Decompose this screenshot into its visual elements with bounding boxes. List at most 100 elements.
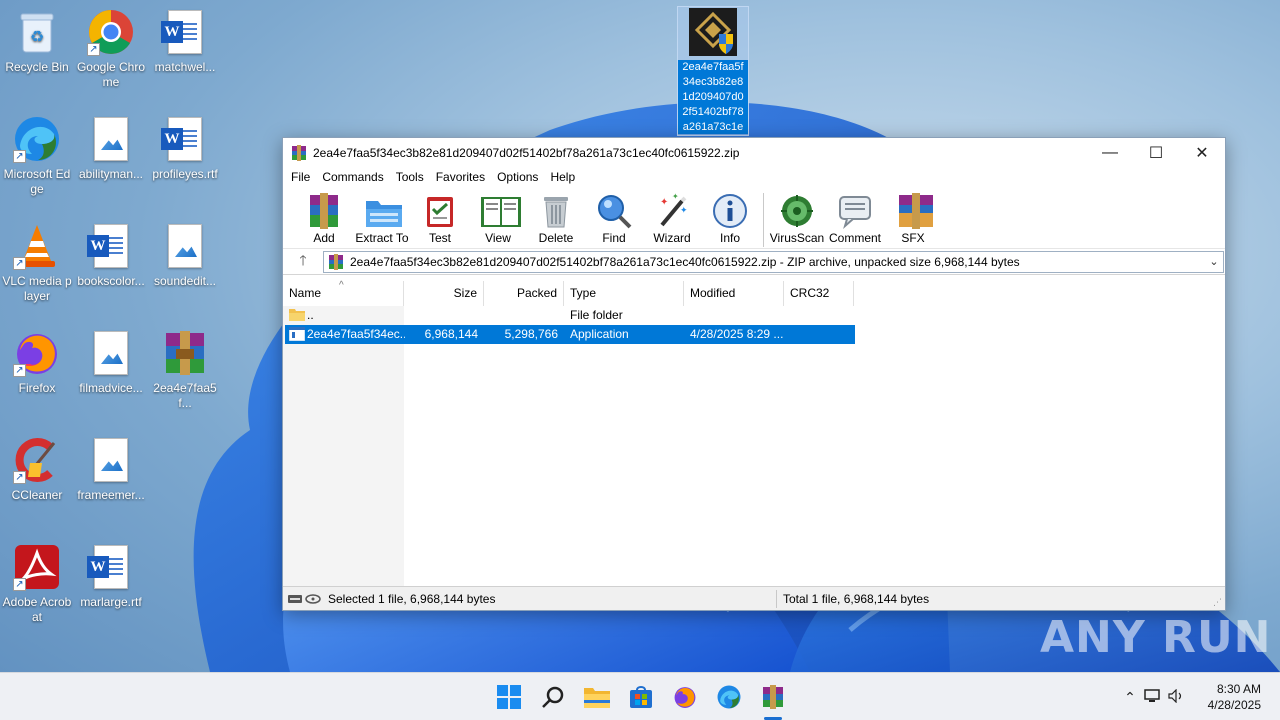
desktop-icon-vlc[interactable]: ↗ VLC media player xyxy=(1,222,73,304)
view-book-icon xyxy=(480,193,521,229)
path-text: 2ea4e7faa5f34ec3b82e81d209407d02f51402bf… xyxy=(350,254,1020,269)
desktop-icon-label: 2ea4e7faa5f34ec3b82e81d209407d02f51402bf… xyxy=(678,60,748,134)
test-clipboard-icon xyxy=(422,193,458,229)
desktop-icon-microsoft-edge[interactable]: ↗ Microsoft Edge xyxy=(1,115,73,197)
firefox-icon[interactable] xyxy=(671,683,699,711)
add-button[interactable]: Add xyxy=(295,193,353,245)
close-button[interactable]: ✕ xyxy=(1179,138,1225,167)
up-folder-icon[interactable]: 🡑 xyxy=(283,250,323,274)
desktop-icon-selected-exe[interactable]: 2ea4e7faa5f34ec3b82e81d209407d02f51402bf… xyxy=(677,6,749,136)
resize-grip-icon[interactable]: ⋰ xyxy=(1213,597,1222,608)
virusscan-button[interactable]: VirusScan xyxy=(768,193,826,245)
comment-button[interactable]: Comment xyxy=(826,193,884,245)
menu-favorites[interactable]: Favorites xyxy=(430,170,491,184)
cell-name: .. xyxy=(307,308,314,322)
search-icon[interactable] xyxy=(539,683,567,711)
svg-text:✦: ✦ xyxy=(660,197,668,208)
table-row[interactable]: 2ea4e7faa5f34ec... 6,968,144 5,298,766 A… xyxy=(285,325,855,344)
svg-text:✦: ✦ xyxy=(680,205,688,215)
menu-file[interactable]: File xyxy=(285,170,316,184)
file-list[interactable]: Name ^ Size Packed Type Modified CRC32 .… xyxy=(283,280,1225,586)
table-row[interactable]: .. File folder xyxy=(285,306,855,325)
desktop-icon-filmadvice[interactable]: filmadvice... xyxy=(75,329,147,396)
title-bar[interactable]: 2ea4e7faa5f34ec3b82e81d209407d02f51402bf… xyxy=(283,138,1225,167)
comment-label: Comment xyxy=(828,231,881,245)
sfx-button[interactable]: SFX xyxy=(884,193,942,245)
edge-icon[interactable] xyxy=(715,683,743,711)
volume-icon[interactable] xyxy=(1164,688,1188,706)
column-type-label: Type xyxy=(570,286,597,300)
delete-button[interactable]: Delete xyxy=(527,193,585,245)
chevron-up-icon[interactable]: ⌃ xyxy=(1120,689,1140,706)
view-button[interactable]: View xyxy=(469,193,527,245)
desktop-icon-recycle-bin[interactable]: ♻ Recycle Bin xyxy=(1,8,73,75)
path-field[interactable]: 2ea4e7faa5f34ec3b82e81d209407d02f51402bf… xyxy=(323,250,1224,273)
view-label: View xyxy=(485,231,511,245)
comment-icon xyxy=(837,193,873,229)
desktop-icon-firefox[interactable]: ↗ Firefox xyxy=(1,329,73,396)
ccleaner-icon: ↗ xyxy=(13,436,61,484)
clock[interactable]: 8:30 AM 4/28/2025 xyxy=(1208,681,1261,713)
chevron-down-icon[interactable]: ⌄ xyxy=(1205,255,1223,268)
desktop-icon-label: abilityman... xyxy=(78,167,144,181)
minimize-button[interactable]: — xyxy=(1087,138,1133,167)
menu-help[interactable]: Help xyxy=(544,170,581,184)
application-shield-icon xyxy=(689,8,737,56)
wizard-button[interactable]: ✦ ✦ ✦ Wizard xyxy=(643,192,701,245)
desktop-icon-profileyes[interactable]: W profileyes.rtf xyxy=(149,115,221,182)
column-header-name[interactable]: Name ^ xyxy=(283,280,404,306)
menu-commands[interactable]: Commands xyxy=(316,170,389,184)
desktop-icon-label: filmadvice... xyxy=(79,381,143,395)
edge-icon: ↗ xyxy=(13,115,61,163)
network-icon[interactable] xyxy=(1140,688,1164,706)
svg-text:✦: ✦ xyxy=(672,193,679,201)
winrar-window[interactable]: 2ea4e7faa5f34ec3b82e81d209407d02f51402bf… xyxy=(282,137,1226,611)
desktop-icon-marlarge[interactable]: W marlarge.rtf xyxy=(75,543,147,610)
info-button[interactable]: Info xyxy=(701,193,759,245)
store-icon[interactable] xyxy=(627,683,655,711)
application-file-icon xyxy=(289,327,305,341)
column-header-size[interactable]: Size xyxy=(404,281,484,306)
menu-tools[interactable]: Tools xyxy=(390,170,430,184)
desktop-icon-bookscolor[interactable]: W bookscolor... xyxy=(75,222,147,289)
desktop-icon-abilityman[interactable]: abilityman... xyxy=(75,115,147,182)
desktop-icon-adobe-acrobat[interactable]: ↗ Adobe Acrobat xyxy=(1,543,73,625)
wizard-label: Wizard xyxy=(653,231,691,245)
folder-icon xyxy=(289,308,305,321)
word-document-icon: W xyxy=(87,222,135,270)
image-file-icon xyxy=(87,329,135,377)
desktop-icon-frameemer[interactable]: frameemer... xyxy=(75,436,147,503)
desktop-icon-ccleaner[interactable]: ↗ CCleaner xyxy=(1,436,73,503)
drive-icon xyxy=(288,593,324,604)
column-header-modified[interactable]: Modified xyxy=(684,281,784,306)
test-button[interactable]: Test xyxy=(411,193,469,245)
menu-options[interactable]: Options xyxy=(491,170,544,184)
word-document-icon: W xyxy=(161,8,209,56)
column-header-packed[interactable]: Packed xyxy=(484,281,564,306)
firefox-icon: ↗ xyxy=(13,329,61,377)
find-button[interactable]: Find xyxy=(585,193,643,245)
desktop-icon-matchwel[interactable]: W matchwel... xyxy=(149,8,221,75)
desktop-icon-label: VLC media player xyxy=(2,274,72,303)
winrar-icon[interactable] xyxy=(759,683,787,711)
maximize-button[interactable]: ☐ xyxy=(1133,138,1179,167)
start-icon[interactable] xyxy=(495,683,523,711)
add-label: Add xyxy=(313,231,335,245)
file-explorer-icon[interactable] xyxy=(583,683,611,711)
desktop-icon-google-chrome[interactable]: ↗ Google Chrome xyxy=(75,8,147,90)
desktop-icon-label: profileyes.rtf xyxy=(152,167,218,181)
desktop-icon-label: marlarge.rtf xyxy=(80,595,142,609)
name-column-shade xyxy=(283,306,404,586)
column-header-crc32[interactable]: CRC32 xyxy=(784,281,854,306)
trash-can-icon xyxy=(538,193,574,229)
extract-to-button[interactable]: Extract To xyxy=(353,193,411,245)
virus-scan-icon xyxy=(779,193,815,229)
cell-modified: 4/28/2025 8:29 ... xyxy=(690,327,784,341)
desktop-icon-soundedit[interactable]: soundedit... xyxy=(149,222,221,289)
recycle-bin-icon: ♻ xyxy=(13,8,61,56)
system-tray: ⌃ xyxy=(1120,673,1188,720)
cell-type: File folder xyxy=(570,308,623,322)
clock-time: 8:30 AM xyxy=(1216,682,1261,696)
column-header-type[interactable]: Type xyxy=(564,281,684,306)
desktop-icon-zip-archive[interactable]: 2ea4e7faa5f... xyxy=(149,329,221,411)
